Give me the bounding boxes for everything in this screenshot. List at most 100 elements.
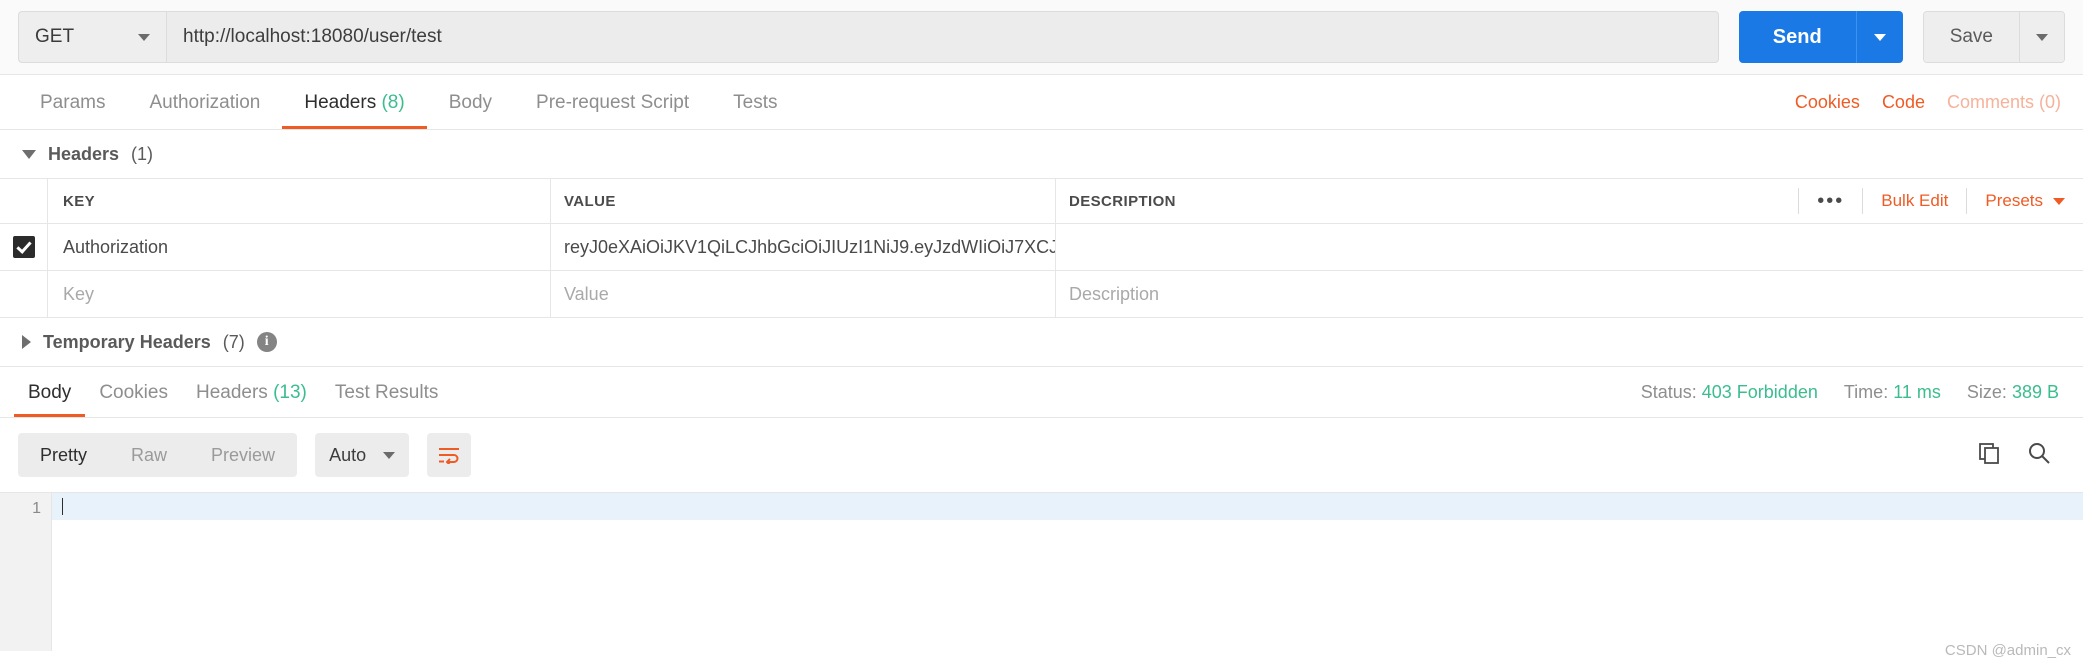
tab-headers[interactable]: Headers (8) [282,76,427,129]
format-select[interactable]: Auto [315,433,410,477]
line-number-gutter: 1 [0,493,52,651]
info-icon[interactable]: i [256,332,277,352]
wrap-lines-button[interactable] [427,433,472,477]
header-key-cell[interactable]: Authorization [48,224,551,270]
tab-tests[interactable]: Tests [711,76,799,129]
more-options-button[interactable]: ••• [1798,188,1862,214]
copy-icon [1979,442,1999,464]
view-mode-raw[interactable]: Raw [109,433,189,477]
tab-count: (8) [381,92,405,113]
tab-label: Cookies [99,382,168,403]
cookies-link[interactable]: Cookies [1795,92,1860,113]
copy-button[interactable] [1977,441,2001,470]
save-options-button[interactable] [2019,12,2064,62]
temporary-headers-section-header[interactable]: Temporary Headers (7) i [0,318,2083,366]
temporary-headers-count: (7) [222,331,245,352]
tab-count: (13) [273,382,307,403]
table-row: Authorization reyJ0eXAiOiJKV1QiLCJhbGciO… [0,224,2083,271]
response-tab-headers[interactable]: Headers (13) [182,368,321,417]
tab-label: Authorization [149,92,261,113]
size-block: Size: 389 B [1967,382,2059,403]
tab-label: Test Results [334,382,439,403]
chevron-down-icon [383,451,396,459]
headers-table-actions: ••• Bulk Edit Presets [1798,179,2083,223]
size-label: Size: [1966,382,2007,402]
save-button-group: Save [1922,11,2065,63]
url-input[interactable]: http://localhost:18080/user/test [166,11,1719,63]
tab-authorization[interactable]: Authorization [127,76,282,129]
header-description-cell[interactable] [1056,224,2083,270]
bulk-edit-button[interactable]: Bulk Edit [1862,188,1966,214]
row-checkbox-cell[interactable] [0,224,48,270]
temporary-headers-title: Temporary Headers [43,331,211,352]
presets-label: Presets [1985,191,2043,210]
chevron-down-icon [2036,33,2048,41]
text-cursor [62,498,63,515]
new-header-key-input[interactable]: Key [48,271,551,317]
send-button-group: Send [1738,11,1903,63]
headers-section-header[interactable]: Headers (1) [0,130,2083,178]
tab-label: Body [448,92,493,113]
save-button[interactable]: Save [1923,12,2019,62]
tab-pre-request-script[interactable]: Pre-request Script [514,76,711,129]
send-options-button[interactable] [1855,11,1903,63]
code-link[interactable]: Code [1882,92,1925,113]
tab-label: Pre-request Script [536,92,690,113]
http-method-value: GET [35,26,75,47]
response-tab-test-results[interactable]: Test Results [321,368,452,417]
request-url-bar: GET http://localhost:18080/user/test Sen… [0,0,2083,75]
send-button[interactable]: Send [1738,11,1856,63]
presets-button[interactable]: Presets [1966,188,2083,214]
column-header-value: VALUE [551,179,1056,223]
view-mode-pretty[interactable]: Pretty [18,433,109,477]
response-meta: Status: 403 Forbidden Time: 11 ms Size: … [1641,368,2069,417]
tab-label: Tests [733,92,778,113]
status-badge: 403 Forbidden [1701,382,1818,402]
new-header-description-placeholder: Description [1069,283,1160,304]
tab-params[interactable]: Params [18,76,127,129]
headers-section-count: (1) [131,143,154,164]
header-key-value: Authorization [63,236,169,257]
time-value: 11 ms [1893,382,1941,402]
response-toolbar-right [1977,441,2065,470]
chevron-down-icon [1873,33,1886,41]
header-value-cell[interactable]: reyJ0eXAiOiJKV1QiLCJhbGciOiJIUzI1NiJ9.ey… [551,224,1056,270]
column-header-description-label: DESCRIPTION [1069,192,1176,210]
search-button[interactable] [2027,441,2051,470]
response-tab-cookies[interactable]: Cookies [85,368,182,417]
tab-label: Headers [304,92,377,113]
code-line-1[interactable] [52,493,2083,520]
time-block: Time: 11 ms [1844,382,1941,403]
response-tabs: Body Cookies Headers (13) Test Results S… [0,366,2083,418]
new-header-value-input[interactable]: Value [551,271,1056,317]
request-tabs: Params Authorization Headers (8) Body Pr… [0,75,2083,130]
row-enabled-checkbox[interactable] [12,236,35,258]
new-header-description-input[interactable]: Description [1056,271,2083,317]
view-mode-preview[interactable]: Preview [189,433,297,477]
response-body-content[interactable] [52,493,2083,651]
table-header-row: KEY VALUE DESCRIPTION ••• Bulk Edit Pres… [0,179,2083,224]
tab-label: Params [40,92,106,113]
table-header-checkbox-cell [0,179,48,223]
search-icon [2029,442,2050,464]
tab-label: Headers [195,382,268,403]
row-checkbox-cell-empty[interactable] [0,271,48,317]
chevron-right-icon [22,335,31,349]
url-value: http://localhost:18080/user/test [183,26,442,47]
tab-body[interactable]: Body [427,76,514,129]
column-header-key: KEY [48,179,551,223]
header-value-text: reyJ0eXAiOiJKV1QiLCJhbGciOiJIUzI1NiJ9.ey… [564,236,1055,257]
table-row-empty: Key Value Description [0,271,2083,318]
headers-table: KEY VALUE DESCRIPTION ••• Bulk Edit Pres… [0,178,2083,318]
tab-label: Body [28,382,72,403]
chevron-down-icon [138,33,150,41]
status-label: Status: [1640,382,1697,402]
response-tab-body[interactable]: Body [14,368,86,417]
column-header-description: DESCRIPTION ••• Bulk Edit Presets [1056,179,2083,223]
comments-link[interactable]: Comments (0) [1947,92,2061,113]
http-method-select[interactable]: GET [18,11,166,63]
status-block: Status: 403 Forbidden [1641,382,1818,403]
view-mode-group: Pretty Raw Preview [18,433,298,477]
response-body-editor[interactable]: 1 [0,492,2083,651]
format-value: Auto [329,444,367,465]
